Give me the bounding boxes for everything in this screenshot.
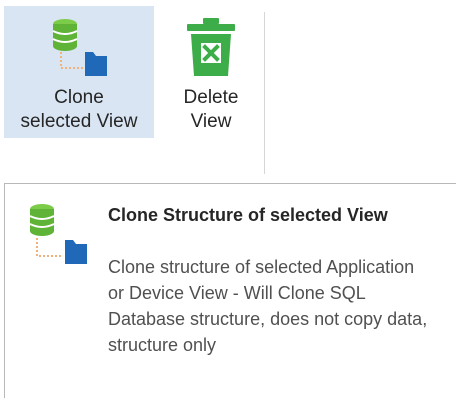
clone-selected-view-label: Clone selected View — [20, 87, 138, 132]
delete-view-label: Delete View — [183, 87, 239, 132]
clone-selected-view-button[interactable]: Clone selected View — [4, 6, 154, 138]
clone-view-icon — [29, 204, 87, 264]
ribbon-separator — [264, 12, 265, 174]
ribbon-toolbar: Clone selected View Delete View — [0, 0, 456, 180]
clone-view-icon — [52, 19, 107, 76]
delete-view-button[interactable]: Delete View — [164, 6, 258, 138]
delete-bin-icon — [187, 18, 235, 76]
tooltip-description: Clone structure of selected Application … — [108, 257, 428, 355]
tooltip-title: Clone Structure of selected View — [108, 205, 388, 225]
tooltip-panel: Clone Structure of selected View Clone s… — [4, 183, 456, 398]
